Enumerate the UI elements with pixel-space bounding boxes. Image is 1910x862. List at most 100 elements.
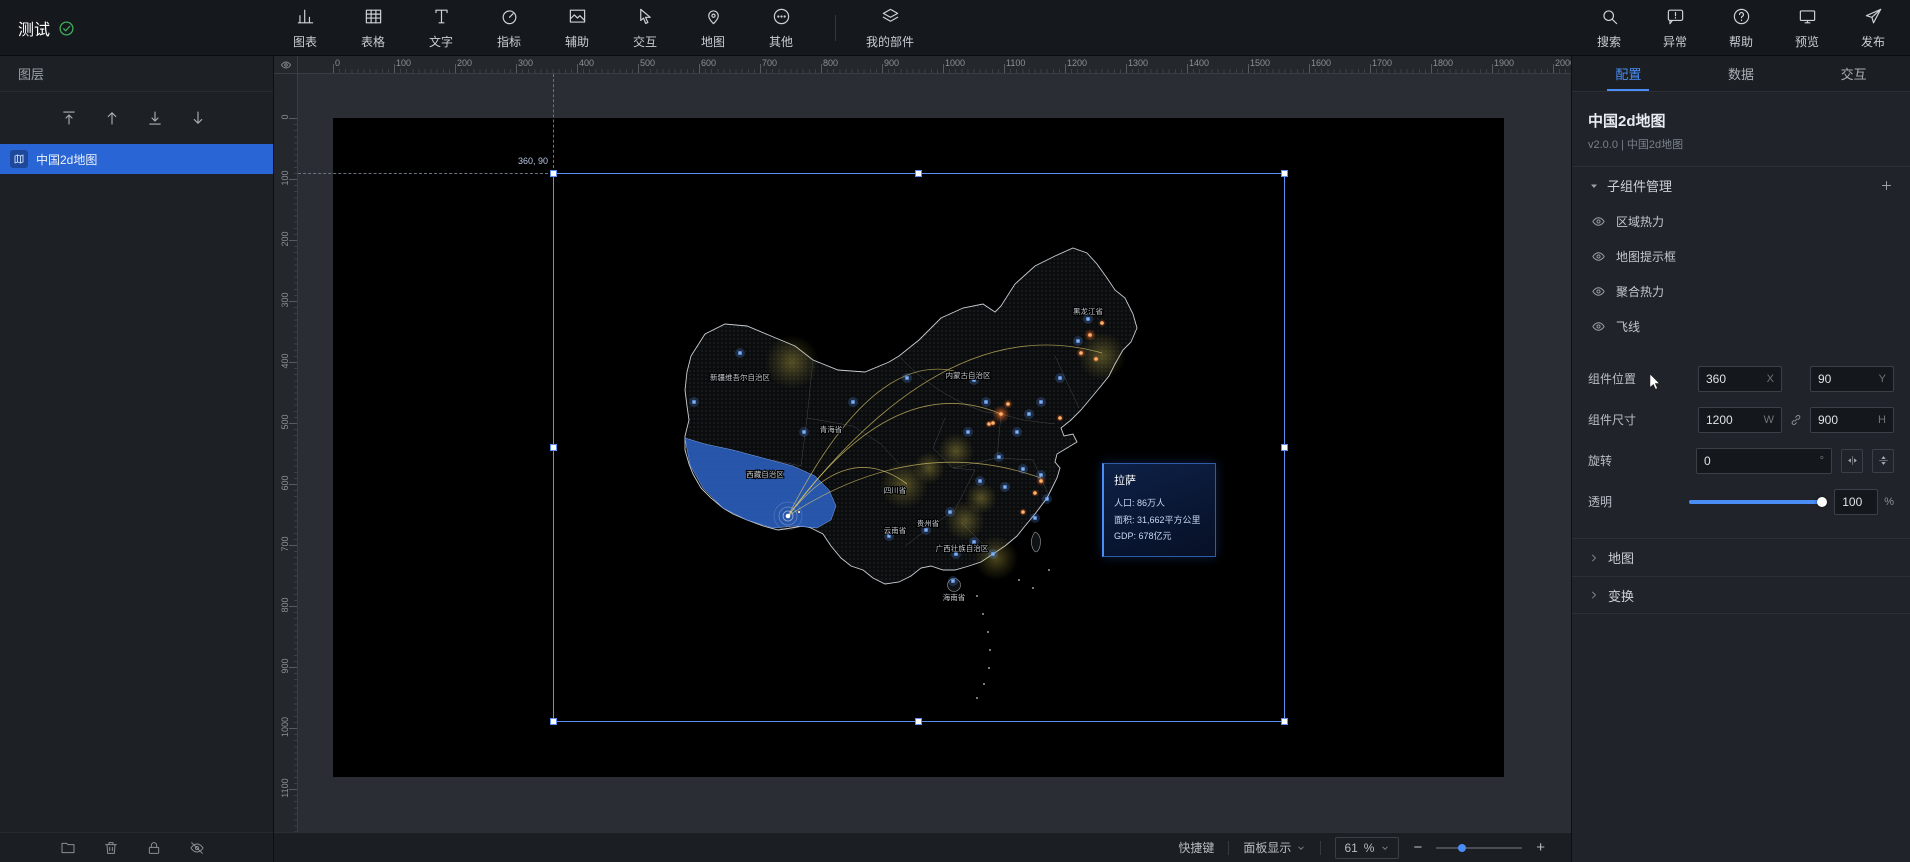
subcomponent-item-1[interactable]: 区域热力 bbox=[1572, 204, 1910, 239]
tool-table-button[interactable]: 表格 bbox=[339, 0, 407, 56]
tool-chart-button[interactable]: 图表 bbox=[271, 0, 339, 56]
check-circle-icon bbox=[58, 20, 75, 37]
divider bbox=[1320, 841, 1321, 855]
zoom-slider-handle[interactable] bbox=[1458, 844, 1466, 852]
down-icon[interactable] bbox=[189, 109, 207, 127]
selection-handle-top-right[interactable] bbox=[1281, 170, 1288, 177]
tool-chart-label: 图表 bbox=[293, 33, 317, 50]
visibility-eye-icon[interactable] bbox=[1591, 284, 1606, 299]
folder-icon[interactable] bbox=[60, 840, 76, 856]
chevron-down-icon bbox=[1380, 843, 1390, 853]
caret-down-icon bbox=[1588, 180, 1600, 192]
opacity-input[interactable] bbox=[1842, 495, 1870, 509]
add-subcomponent-button[interactable] bbox=[1879, 178, 1894, 193]
opacity-slider[interactable] bbox=[1689, 500, 1825, 504]
visibility-eye-icon[interactable] bbox=[1591, 214, 1606, 229]
to-bottom-icon[interactable] bbox=[146, 109, 164, 127]
collapsed-section-2[interactable]: 变换 bbox=[1572, 576, 1910, 614]
h-ruler-number: 200 bbox=[457, 58, 472, 68]
ruler-corner[interactable] bbox=[274, 56, 298, 74]
visibility-eye-icon[interactable] bbox=[1591, 319, 1606, 334]
action-alert-button[interactable]: 异常 bbox=[1642, 0, 1708, 56]
layer-item-china-2d-map[interactable]: 中国2d地图 bbox=[0, 144, 273, 174]
tool-text-button[interactable]: 文字 bbox=[407, 0, 475, 56]
opacity-slider-handle[interactable] bbox=[1817, 497, 1827, 507]
zoom-select[interactable]: 61 % bbox=[1335, 837, 1399, 859]
tool-map-label: 地图 bbox=[701, 33, 725, 50]
caret-right-icon bbox=[1588, 589, 1600, 601]
trash-icon[interactable] bbox=[103, 840, 119, 856]
layers-panel-header: 图层 bbox=[0, 56, 273, 92]
h-ruler-number: 1000 bbox=[945, 58, 965, 68]
to-top-icon[interactable] bbox=[60, 109, 78, 127]
h-ruler-number: 1600 bbox=[1311, 58, 1331, 68]
h-ruler-number: 1900 bbox=[1494, 58, 1514, 68]
selection-handle-bottom-left[interactable] bbox=[550, 718, 557, 725]
opacity-row: 透明 % bbox=[1572, 481, 1910, 522]
position-y-input[interactable] bbox=[1818, 372, 1875, 386]
zoom-slider[interactable] bbox=[1436, 847, 1522, 849]
zoom-out-button[interactable]: − bbox=[1413, 840, 1422, 855]
tab-config[interactable]: 配置 bbox=[1572, 56, 1685, 91]
subcomponent-item-4[interactable]: 飞线 bbox=[1572, 309, 1910, 344]
lock-aspect-link-icon[interactable] bbox=[1782, 413, 1810, 427]
h-ruler-number: 900 bbox=[884, 58, 899, 68]
layer-item-label: 中国2d地图 bbox=[36, 151, 97, 168]
tool-interact-button[interactable]: 交互 bbox=[611, 0, 679, 56]
tool-assist-button[interactable]: 辅助 bbox=[543, 0, 611, 56]
subcomponent-label: 聚合热力 bbox=[1616, 283, 1664, 300]
panel-display-dropdown[interactable]: 面板显示 bbox=[1243, 839, 1306, 856]
selection-handle-top-left[interactable] bbox=[550, 170, 557, 177]
selection-box[interactable] bbox=[553, 173, 1285, 722]
zoom-in-button[interactable]: + bbox=[1536, 840, 1545, 855]
h-ruler-number: 1500 bbox=[1250, 58, 1270, 68]
tab-interaction[interactable]: 交互 bbox=[1797, 56, 1910, 91]
caret-right-icon bbox=[1588, 552, 1600, 564]
subcomponent-item-3[interactable]: 聚合热力 bbox=[1572, 274, 1910, 309]
selection-handle-middle-left[interactable] bbox=[550, 444, 557, 451]
visibility-eye-icon[interactable] bbox=[1591, 249, 1606, 264]
layers-panel: 图层 中国2d地图 bbox=[0, 56, 274, 862]
selection-handle-bottom-middle[interactable] bbox=[915, 718, 922, 725]
selection-handle-middle-right[interactable] bbox=[1281, 444, 1288, 451]
action-publish-button[interactable]: 发布 bbox=[1840, 0, 1906, 56]
subcomponent-section-header[interactable]: 子组件管理 bbox=[1572, 166, 1910, 204]
selection-handle-bottom-right[interactable] bbox=[1281, 718, 1288, 725]
flip-horizontal-button[interactable] bbox=[1841, 449, 1863, 473]
action-search-label: 搜索 bbox=[1597, 33, 1621, 50]
chart-icon bbox=[296, 7, 315, 29]
action-preview-button[interactable]: 预览 bbox=[1774, 0, 1840, 56]
eye-off-icon[interactable] bbox=[189, 840, 205, 856]
canvas-area: 0100200300400500600700800900100011001200… bbox=[274, 56, 1571, 862]
flip-vertical-button[interactable] bbox=[1872, 449, 1894, 473]
action-search-button[interactable]: 搜索 bbox=[1576, 0, 1642, 56]
tool-other-button[interactable]: 其他 bbox=[747, 0, 815, 56]
tool-map-button[interactable]: 地图 bbox=[679, 0, 747, 56]
v-ruler: 010020030040050060070080090010001100 bbox=[274, 74, 298, 832]
position-x-input[interactable] bbox=[1706, 372, 1763, 386]
tool-table-label: 表格 bbox=[361, 33, 385, 50]
guide-line-horizontal bbox=[298, 173, 553, 174]
subcomponent-label: 区域热力 bbox=[1616, 213, 1664, 230]
text-icon bbox=[432, 7, 451, 29]
selection-handle-top-middle[interactable] bbox=[915, 170, 922, 177]
shortcuts-button[interactable]: 快捷键 bbox=[1178, 839, 1214, 856]
app-logo[interactable]: 测试 bbox=[18, 0, 75, 56]
height-input[interactable] bbox=[1818, 413, 1874, 427]
v-ruler-number: 400 bbox=[280, 347, 290, 375]
tool-widgets-button[interactable]: 我的部件 bbox=[856, 0, 924, 56]
tab-data[interactable]: 数据 bbox=[1685, 56, 1798, 91]
tool-indicator-button[interactable]: 指标 bbox=[475, 0, 543, 56]
up-icon[interactable] bbox=[103, 109, 121, 127]
subcomponent-item-2[interactable]: 地图提示框 bbox=[1572, 239, 1910, 274]
v-ruler-number: 700 bbox=[280, 530, 290, 558]
plus-icon bbox=[1879, 178, 1894, 193]
size-label: 组件尺寸 bbox=[1588, 411, 1648, 428]
rotate-input[interactable] bbox=[1704, 454, 1816, 468]
tool-assist-label: 辅助 bbox=[565, 33, 589, 50]
lock-icon[interactable] bbox=[146, 840, 162, 856]
position-row: 组件位置 X Y bbox=[1572, 358, 1910, 399]
action-help-button[interactable]: 帮助 bbox=[1708, 0, 1774, 56]
width-input[interactable] bbox=[1706, 413, 1760, 427]
collapsed-section-1[interactable]: 地图 bbox=[1572, 538, 1910, 576]
